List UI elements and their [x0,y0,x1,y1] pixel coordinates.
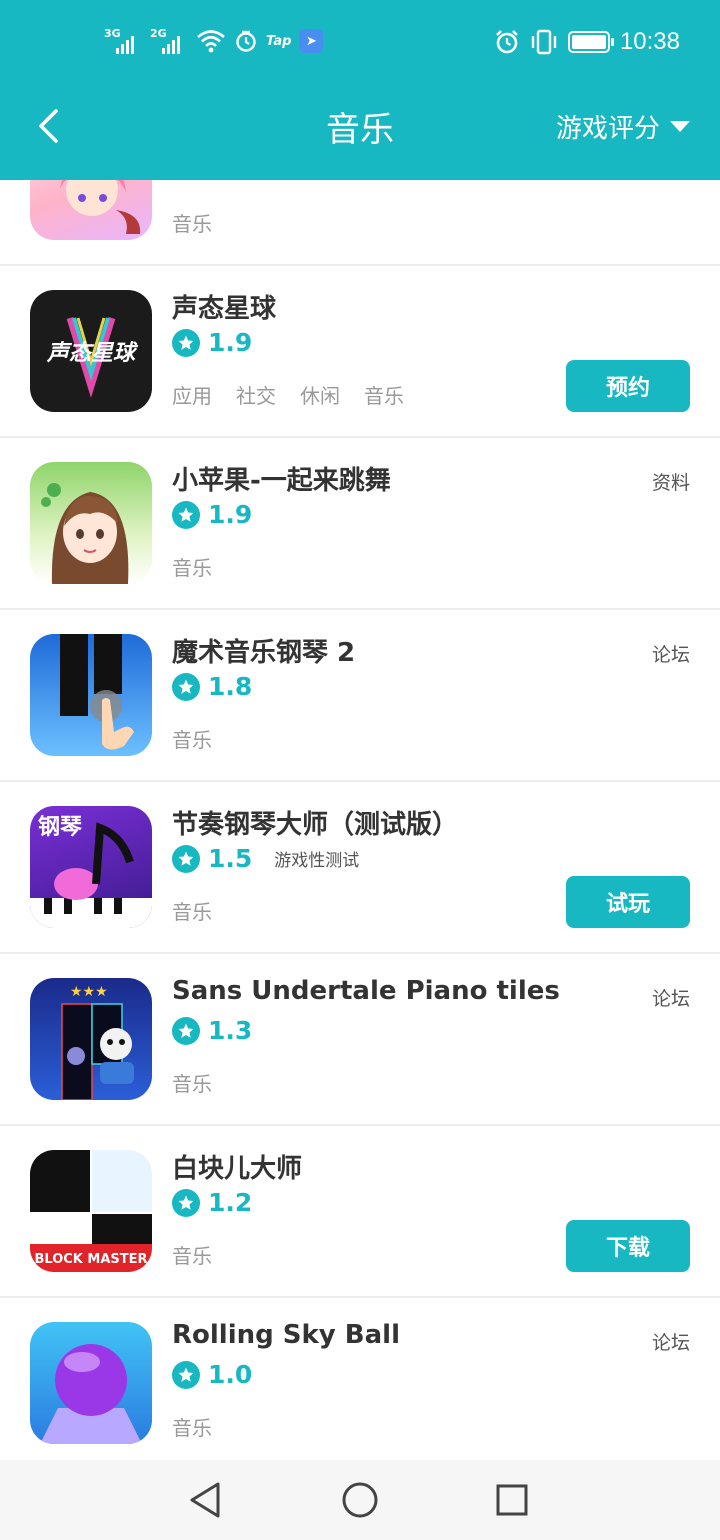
tag[interactable]: 音乐 [172,896,212,925]
tag-list: 音乐 [172,724,212,753]
rating: 1.5 游戏性测试 [172,844,359,873]
reserve-button[interactable]: 预约 [566,360,690,412]
game-name[interactable]: 白块儿大师 [172,1148,302,1185]
sort-label: 游戏评分 [555,114,660,144]
list-item[interactable]: ★★★ Sans Undertale Piano tiles 1.3 音乐 论坛 [0,954,720,1126]
rating: 1.9 [172,500,252,529]
block-master-icon: BLOCK MASTER [30,1150,152,1272]
list-item[interactable]: 声态星球 声态星球 1.9 应用 社交 休闲 音乐 预约 [0,266,720,438]
rating: 1.2 [172,1188,252,1217]
back-triangle-icon[interactable] [184,1478,228,1522]
tag-list: 音乐 [172,552,212,581]
chevron-left-icon [39,109,58,143]
rating-value: 1.3 [208,1016,253,1045]
tag[interactable]: 音乐 [172,1412,212,1441]
tag-list: 音乐 [172,1068,212,1097]
tag-list: 音乐 [172,1240,212,1269]
rating-value: 1.9 [208,328,253,357]
rating-value: 1.2 [208,1188,253,1217]
forum-link[interactable]: 论坛 [652,640,690,667]
music-note-piano-icon: 钢琴 [30,806,152,928]
anime-girl-icon [30,180,152,240]
forum-link[interactable]: 论坛 [652,1328,690,1355]
tag[interactable]: 休闲 [300,380,340,409]
skeleton-piano-icon: ★★★ [30,978,152,1100]
signal-icon: 2G [150,28,188,54]
game-name[interactable]: 小苹果-一起来跳舞 [172,460,391,497]
rating-value: 1.9 [208,500,253,529]
game-name[interactable]: 节奏钢琴大师（测试版） [172,804,458,841]
game-name[interactable]: 魔术音乐钢琴 2 [172,632,355,669]
star-icon [172,500,200,529]
icon-text: 钢琴 [38,814,83,840]
game-name[interactable]: 声态星球 [172,288,276,325]
tag[interactable]: 音乐 [172,1240,212,1269]
star-icon [172,844,200,873]
tag-list: 音乐 [172,896,212,925]
back-button[interactable] [28,104,68,148]
list-item[interactable]: Rolling Sky Ball 1.0 音乐 论坛 [0,1298,720,1460]
messenger-icon: ➤ [299,29,324,53]
taptap-logo: Tap [266,33,292,49]
tag[interactable]: 音乐 [364,380,404,409]
star-icon [172,1188,200,1217]
tag[interactable]: 社交 [236,380,276,409]
wifi-icon [197,30,225,53]
game-name[interactable]: Sans Undertale Piano tiles [172,976,560,1006]
info-link[interactable]: 资料 [652,468,690,495]
list-item[interactable]: 魔术音乐钢琴 2 1.8 音乐 论坛 [0,610,720,782]
forum-link[interactable]: 论坛 [652,984,690,1011]
vibrate-icon [531,29,557,55]
tag-list: 应用 社交 休闲 音乐 [172,380,404,409]
sort-dropdown[interactable]: 游戏评分 [556,108,690,145]
signal-icon: 3G [104,28,142,54]
rating-value: 1.0 [208,1360,253,1389]
icon-text: BLOCK MASTER [34,1252,147,1267]
list-item[interactable]: 钢琴 节奏钢琴大师（测试版） 1.5 游戏性测试 音乐 试玩 [0,782,720,954]
battery-icon [567,31,614,53]
try-button[interactable]: 试玩 [566,876,690,928]
shengtai-xingqiu-icon: 声态星球 [30,290,152,412]
svg-text:★★★: ★★★ [70,984,108,1000]
rating: 1.3 [172,1016,252,1045]
tag[interactable]: 音乐 [172,208,212,237]
star-icon [172,1360,200,1389]
icon-text: 声态星球 [46,341,139,366]
star-icon [172,672,200,701]
piano-tiles-icon [30,634,152,756]
recents-square-icon[interactable] [490,1478,534,1522]
download-button[interactable]: 下载 [566,1220,690,1272]
caret-down-icon [670,121,690,132]
app-header: 3G 2G Tap ➤ 10:38 音乐 游戏评分 [0,0,720,180]
game-name[interactable]: Rolling Sky Ball [172,1320,400,1350]
tag[interactable]: 音乐 [172,552,212,581]
tag[interactable]: 音乐 [172,1068,212,1097]
tag-list: 音乐 [172,208,212,237]
tag[interactable]: 应用 [172,380,212,409]
clock: 10:38 [619,28,680,55]
list-item[interactable]: BLOCK MASTER 白块儿大师 1.2 音乐 下载 [0,1126,720,1298]
rating: 1.8 [172,672,252,701]
tag[interactable]: 音乐 [172,724,212,753]
purple-ball-icon [30,1322,152,1444]
system-navigation-bar [0,1460,720,1540]
home-circle-icon[interactable] [338,1478,382,1522]
rating: 1.9 [172,328,252,357]
navigation-bar: 音乐 游戏评分 [0,84,720,168]
dancer-girl-icon [30,462,152,584]
alarm-clock-icon [496,30,518,54]
test-note: 游戏性测试 [274,851,360,871]
star-icon [172,328,200,357]
alarm-icon [236,30,256,52]
rating-value: 1.8 [208,672,253,701]
status-bar: 3G 2G Tap ➤ 10:38 [0,0,720,84]
rating-value: 1.5 [208,844,253,873]
rating: 1.0 [172,1360,252,1389]
star-icon [172,1016,200,1045]
list-item[interactable]: 小苹果-一起来跳舞 1.9 音乐 资料 [0,438,720,610]
list-item[interactable]: 音乐 [0,180,720,266]
game-list: 音乐 声态星球 声态星球 1.9 应用 社交 休闲 音乐 预约 小苹果-一起来跳… [0,180,720,1460]
tag-list: 音乐 [172,1412,212,1441]
